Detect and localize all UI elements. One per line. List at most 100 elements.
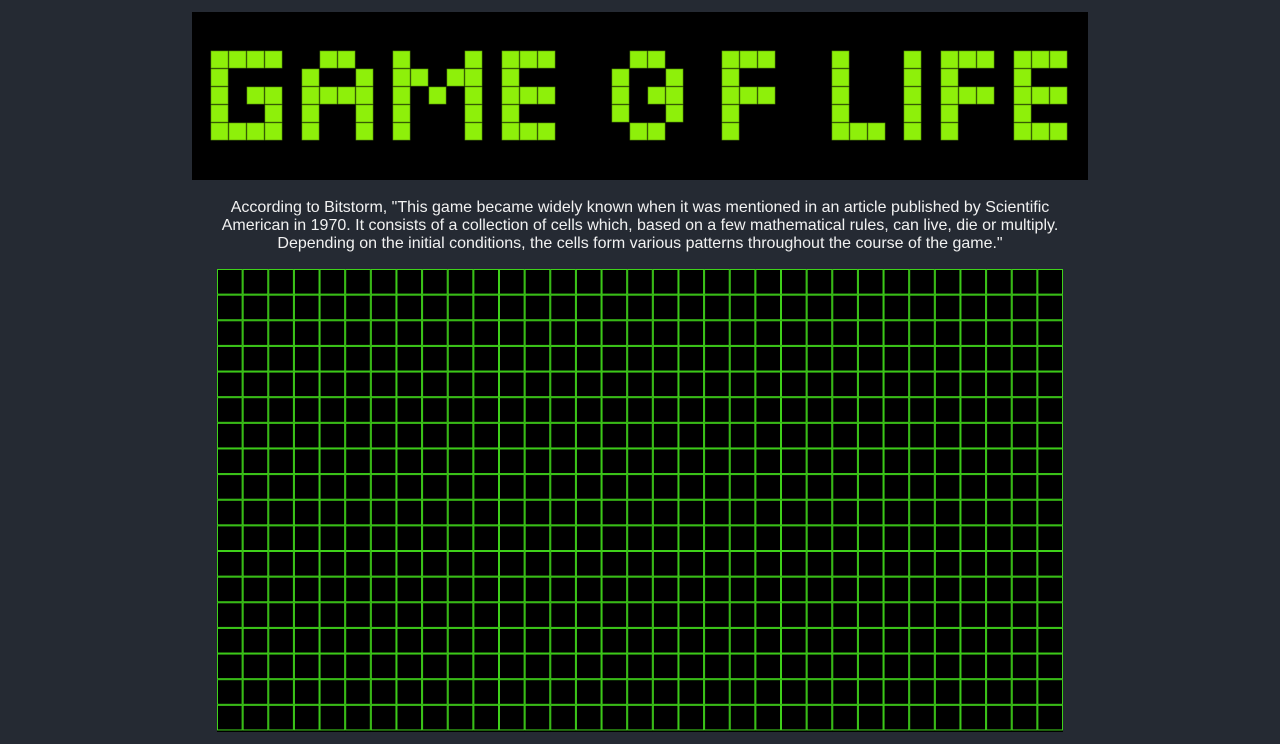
board-cell[interactable] (319, 602, 346, 628)
board-cell[interactable] (473, 448, 499, 475)
board-cell[interactable] (704, 371, 730, 398)
board-cell[interactable] (986, 525, 1012, 551)
board-cell[interactable] (396, 653, 423, 680)
board-cell[interactable] (242, 371, 269, 398)
board-cell[interactable] (524, 627, 551, 654)
board-cell[interactable] (550, 627, 576, 654)
board-cell[interactable] (601, 704, 628, 731)
board-cell[interactable] (960, 704, 987, 731)
board-cell[interactable] (345, 627, 371, 654)
board-cell[interactable] (934, 704, 961, 731)
board-cell[interactable] (396, 320, 423, 346)
board-cell[interactable] (217, 551, 243, 577)
board-cell[interactable] (1011, 576, 1038, 603)
board-cell[interactable] (1011, 422, 1038, 449)
board-cell[interactable] (601, 422, 628, 449)
board-cell[interactable] (832, 627, 858, 654)
board-cell[interactable] (934, 422, 961, 449)
board-cell[interactable] (524, 474, 551, 500)
board-cell[interactable] (806, 576, 833, 603)
board-cell[interactable] (370, 499, 397, 526)
board-cell[interactable] (755, 627, 781, 654)
board-cell[interactable] (499, 576, 525, 603)
board-cell[interactable] (652, 269, 679, 295)
board-cell[interactable] (883, 551, 910, 577)
board-cell[interactable] (857, 602, 884, 628)
board-cell[interactable] (575, 627, 602, 654)
board-cell[interactable] (447, 371, 474, 398)
board-cell[interactable] (524, 704, 551, 731)
board-cell[interactable] (755, 653, 781, 680)
board-cell[interactable] (678, 320, 705, 346)
board-cell[interactable] (319, 627, 346, 654)
board-cell[interactable] (652, 551, 679, 577)
board-cell[interactable] (627, 627, 653, 654)
board-cell[interactable] (729, 397, 756, 423)
board-cell[interactable] (217, 371, 243, 398)
board-cell[interactable] (293, 679, 320, 705)
board-cell[interactable] (1011, 448, 1038, 475)
board-cell[interactable] (601, 294, 628, 321)
board-cell[interactable] (934, 576, 961, 603)
board-cell[interactable] (627, 679, 653, 705)
board-cell[interactable] (242, 422, 269, 449)
board-cell[interactable] (422, 653, 448, 680)
board-cell[interactable] (575, 602, 602, 628)
board-cell[interactable] (832, 602, 858, 628)
board-cell[interactable] (960, 269, 987, 295)
game-grid[interactable] (217, 269, 1063, 732)
board-cell[interactable] (960, 679, 987, 705)
board-cell[interactable] (627, 422, 653, 449)
board-cell[interactable] (575, 551, 602, 577)
board-cell[interactable] (422, 345, 448, 372)
board-cell[interactable] (550, 345, 576, 372)
board-cell[interactable] (883, 602, 910, 628)
board-cell[interactable] (499, 371, 525, 398)
board-cell[interactable] (934, 679, 961, 705)
board-cell[interactable] (422, 602, 448, 628)
board-cell[interactable] (575, 576, 602, 603)
board-cell[interactable] (319, 320, 346, 346)
board-cell[interactable] (729, 627, 756, 654)
board-cell[interactable] (370, 551, 397, 577)
board-cell[interactable] (268, 627, 294, 654)
board-cell[interactable] (704, 448, 730, 475)
board-cell[interactable] (217, 653, 243, 680)
board-cell[interactable] (704, 474, 730, 500)
board-cell[interactable] (293, 627, 320, 654)
board-cell[interactable] (857, 474, 884, 500)
board-cell[interactable] (217, 499, 243, 526)
board-cell[interactable] (1037, 704, 1063, 731)
board-cell[interactable] (678, 474, 705, 500)
board-cell[interactable] (268, 397, 294, 423)
board-cell[interactable] (678, 397, 705, 423)
board-cell[interactable] (447, 345, 474, 372)
board-cell[interactable] (806, 704, 833, 731)
board-cell[interactable] (857, 422, 884, 449)
board-cell[interactable] (550, 704, 576, 731)
board-cell[interactable] (806, 294, 833, 321)
board-cell[interactable] (909, 679, 935, 705)
board-cell[interactable] (524, 320, 551, 346)
board-cell[interactable] (652, 320, 679, 346)
board-cell[interactable] (499, 269, 525, 295)
board-cell[interactable] (524, 499, 551, 526)
board-cell[interactable] (319, 448, 346, 475)
board-cell[interactable] (345, 499, 371, 526)
board-cell[interactable] (729, 448, 756, 475)
board-cell[interactable] (268, 371, 294, 398)
board-cell[interactable] (575, 320, 602, 346)
board-cell[interactable] (960, 371, 987, 398)
board-cell[interactable] (986, 345, 1012, 372)
board-cell[interactable] (1011, 525, 1038, 551)
board-cell[interactable] (575, 499, 602, 526)
board-cell[interactable] (473, 499, 499, 526)
board-cell[interactable] (652, 397, 679, 423)
board-cell[interactable] (781, 576, 807, 603)
board-cell[interactable] (960, 525, 987, 551)
board-cell[interactable] (319, 269, 346, 295)
board-cell[interactable] (1037, 448, 1063, 475)
board-cell[interactable] (473, 679, 499, 705)
board-cell[interactable] (986, 474, 1012, 500)
board-cell[interactable] (524, 269, 551, 295)
